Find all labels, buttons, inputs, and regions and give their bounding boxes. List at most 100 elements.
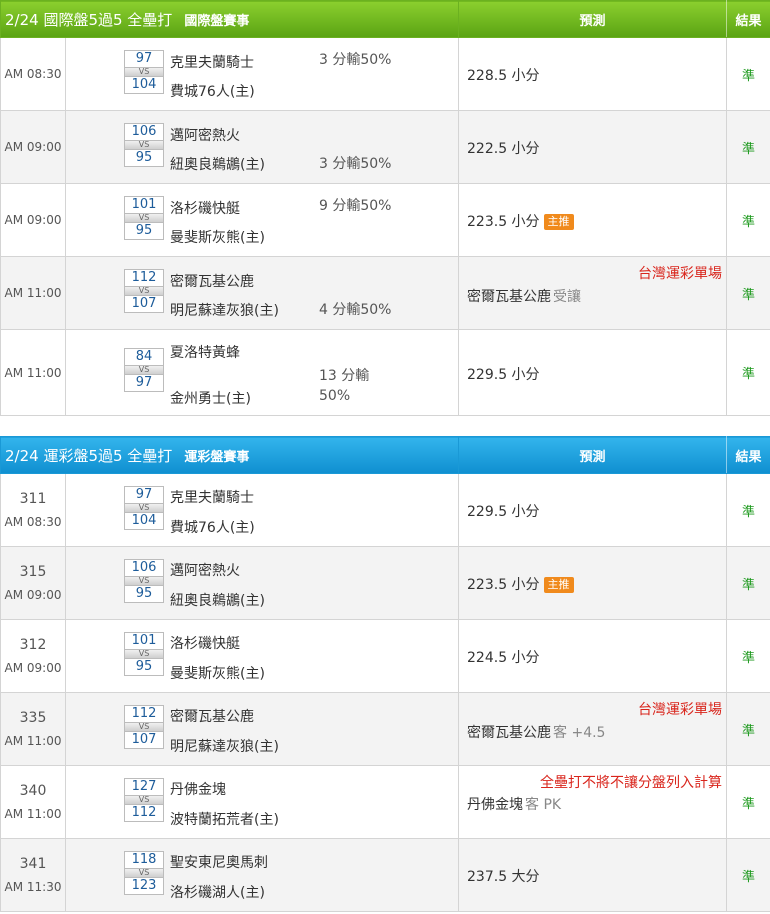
- prediction: 224.5 小分: [467, 647, 540, 667]
- vs-label: VS: [124, 577, 164, 585]
- prediction-cell: 222.5 小分: [458, 110, 728, 184]
- table-row: 311 AM 08:30 97 VS 104 克里夫蘭騎士 費城76人(主) 2…: [0, 473, 770, 547]
- away-team: 丹佛金塊: [170, 782, 226, 798]
- game-time: AM 08:30: [4, 515, 62, 529]
- home-score: 95: [124, 149, 164, 167]
- away-score: 112: [124, 269, 164, 287]
- time-cell: 312 AM 09:00: [0, 619, 66, 693]
- away-team: 洛杉磯快艇: [170, 201, 240, 217]
- game-code: 311: [19, 491, 47, 507]
- time-cell: 335 AM 11:00: [0, 692, 66, 766]
- prediction: 228.5 小分: [467, 65, 540, 85]
- time-cell: AM 09:00: [0, 110, 66, 184]
- prediction: 丹佛金塊客 PK: [467, 794, 561, 814]
- away-score: 97: [124, 50, 164, 68]
- score-box: 101 VS 95: [124, 632, 164, 676]
- table-row: AM 08:30 97 VS 104 克里夫蘭騎士 費城76人(主) 3 分輸5…: [0, 37, 770, 111]
- away-score: 84: [124, 348, 164, 366]
- handicap-line-2: 50%: [319, 388, 351, 404]
- result-cell: 準: [726, 546, 770, 620]
- prediction-cell: 223.5 小分 主推: [458, 183, 728, 257]
- prediction-text: 丹佛金塊: [467, 797, 524, 813]
- result-cell: 準: [726, 765, 770, 839]
- vs-label: VS: [124, 650, 164, 658]
- table-row: 335 AM 11:00 112 VS 107 密爾瓦基公鹿 明尼蘇達灰狼(主)…: [0, 692, 770, 766]
- prediction-text: 224.5 小分: [467, 650, 540, 666]
- away-team: 密爾瓦基公鹿: [170, 274, 254, 290]
- prediction-extra: 客 +4.5: [553, 725, 606, 741]
- table-row: AM 09:00 101 VS 95 洛杉磯快艇 曼斐斯灰熊(主) 9 分輸50…: [0, 183, 770, 257]
- vs-label: VS: [124, 68, 164, 76]
- score-box: 106 VS 95: [124, 559, 164, 603]
- score-box: 97 VS 104: [124, 486, 164, 530]
- prediction-text: 223.5 小分: [467, 214, 540, 230]
- home-score: 97: [124, 374, 164, 392]
- time-cell: 315 AM 09:00: [0, 546, 66, 620]
- prediction-text: 密爾瓦基公鹿: [467, 725, 552, 741]
- result-cell: 準: [726, 329, 770, 416]
- top-pick-badge: 主推: [543, 214, 574, 230]
- away-score: 106: [124, 123, 164, 141]
- result-cell: 準: [726, 838, 770, 912]
- prediction-cell: 228.5 小分: [458, 37, 728, 111]
- away-score: 118: [124, 851, 164, 869]
- section-title-text: 2/24 國際盤5過5 全壘打: [5, 10, 173, 29]
- prediction-cell: 224.5 小分: [458, 619, 728, 693]
- score-box: 118 VS 123: [124, 851, 164, 895]
- prediction: 密爾瓦基公鹿 受讓: [467, 286, 581, 306]
- score-box: 84 VS 97: [124, 348, 164, 392]
- away-score: 101: [124, 632, 164, 650]
- game-time: AM 08:30: [4, 67, 62, 81]
- game-time: AM 09:00: [4, 588, 62, 602]
- away-team: 密爾瓦基公鹿: [170, 709, 254, 725]
- prediction-cell: 全壘打不將不讓分盤列入計算 丹佛金塊客 PK: [458, 765, 728, 839]
- time-cell: 340 AM 11:00: [0, 765, 66, 839]
- result-cell: 準: [726, 110, 770, 184]
- prediction-text: 229.5 小分: [467, 504, 540, 520]
- time-cell: AM 08:30: [0, 37, 66, 111]
- result-cell: 準: [726, 473, 770, 547]
- away-score: 101: [124, 196, 164, 214]
- game-time: AM 11:00: [4, 807, 62, 821]
- score-box: 112 VS 107: [124, 269, 164, 313]
- match-cell: 106 VS 95 邁阿密熱火 紐奧良鵜鶘(主): [64, 546, 460, 620]
- game-time: AM 11:00: [4, 286, 62, 300]
- table-row: AM 11:00 112 VS 107 密爾瓦基公鹿 明尼蘇達灰狼(主) 4 分…: [0, 256, 770, 330]
- home-score: 107: [124, 731, 164, 749]
- score-box: 127 VS 112: [124, 778, 164, 822]
- handicap-line-1: 13 分輸: [319, 368, 370, 384]
- prediction-text: 228.5 小分: [467, 68, 540, 84]
- result-header: 結果: [726, 0, 770, 38]
- table-row: 340 AM 11:00 127 VS 112 丹佛金塊 波特蘭拓荒者(主) 全…: [0, 765, 770, 839]
- match-cell: 101 VS 95 洛杉磯快艇 曼斐斯灰熊(主): [64, 619, 460, 693]
- home-team: 費城76人(主): [170, 84, 255, 100]
- prediction: 密爾瓦基公鹿客 +4.5: [467, 722, 605, 742]
- lottery-single-note: 台灣運彩單場: [638, 266, 723, 282]
- prediction: 237.5 大分: [467, 866, 540, 886]
- home-score: 95: [124, 222, 164, 240]
- home-score: 95: [124, 658, 164, 676]
- result-cell: 準: [726, 183, 770, 257]
- prediction-cell: 229.5 小分: [458, 473, 728, 547]
- prediction-cell: 台灣運彩單場 密爾瓦基公鹿 受讓: [458, 256, 728, 330]
- prediction-text: 223.5 小分: [467, 577, 540, 593]
- handicap-result: 3 分輸50%: [319, 156, 392, 172]
- home-team: 紐奧良鵜鶘(主): [170, 157, 265, 173]
- international-table: 2/24 國際盤5過5 全壘打 國際盤賽事 預測 結果 AM 08:30 97 V…: [0, 0, 770, 416]
- table-row: 315 AM 09:00 106 VS 95 邁阿密熱火 紐奧良鵜鶘(主) 22…: [0, 546, 770, 620]
- time-cell: AM 11:00: [0, 329, 66, 416]
- handicap-result: 13 分輸 50%: [319, 366, 369, 406]
- home-team: 費城76人(主): [170, 520, 255, 536]
- lottery-single-note: 台灣運彩單場: [638, 702, 723, 718]
- game-time: AM 11:30: [4, 880, 62, 894]
- match-cell: 84 VS 97 夏洛特黃蜂 金州勇士(主) 13 分輸 50%: [64, 329, 460, 416]
- section-header: 2/24 國際盤5過5 全壘打 國際盤賽事 預測 結果: [0, 0, 770, 38]
- section-title: 2/24 國際盤5過5 全壘打 國際盤賽事: [0, 0, 460, 38]
- table-row: 341 AM 11:30 118 VS 123 聖安東尼奧馬刺 洛杉磯湖人(主)…: [0, 838, 770, 912]
- home-team: 曼斐斯灰熊(主): [170, 666, 265, 682]
- home-score: 107: [124, 295, 164, 313]
- section-subtitle: 國際盤賽事: [184, 13, 250, 29]
- prediction-cell: 237.5 大分: [458, 838, 728, 912]
- score-box: 101 VS 95: [124, 196, 164, 240]
- game-code: 315: [19, 564, 47, 580]
